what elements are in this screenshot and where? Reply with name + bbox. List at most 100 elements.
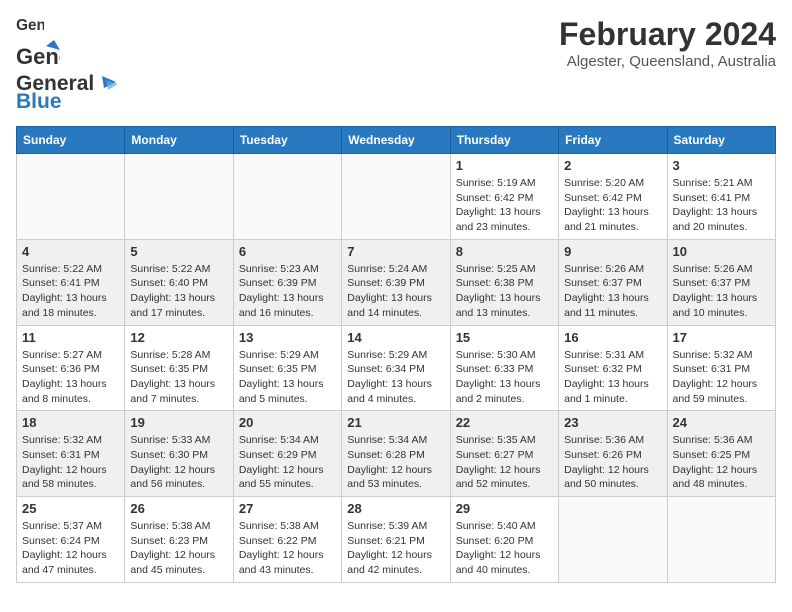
calendar-week-row: 25 Sunrise: 5:37 AMSunset: 6:24 PMDayligh… (17, 497, 776, 583)
calendar-day-cell: 26 Sunrise: 5:38 AMSunset: 6:23 PMDayligh… (125, 497, 233, 583)
day-info: Sunrise: 5:36 AMSunset: 6:25 PMDaylight:… (673, 433, 770, 492)
day-info: Sunrise: 5:32 AMSunset: 6:31 PMDaylight:… (673, 348, 770, 407)
day-number: 4 (22, 244, 119, 259)
logo-bird-icon: General (16, 36, 60, 72)
calendar-day-cell: 27 Sunrise: 5:38 AMSunset: 6:22 PMDayligh… (233, 497, 341, 583)
day-number: 26 (130, 501, 227, 516)
day-info: Sunrise: 5:38 AMSunset: 6:23 PMDaylight:… (130, 519, 227, 578)
day-number: 14 (347, 330, 444, 345)
calendar-day-cell: 18 Sunrise: 5:32 AMSunset: 6:31 PMDayligh… (17, 411, 125, 497)
day-info: Sunrise: 5:40 AMSunset: 6:20 PMDaylight:… (456, 519, 553, 578)
day-info: Sunrise: 5:26 AMSunset: 6:37 PMDaylight:… (564, 262, 661, 321)
calendar-day-cell: 6 Sunrise: 5:23 AMSunset: 6:39 PMDaylight… (233, 239, 341, 325)
calendar-day-cell: 16 Sunrise: 5:31 AMSunset: 6:32 PMDayligh… (559, 325, 667, 411)
day-info: Sunrise: 5:32 AMSunset: 6:31 PMDaylight:… (22, 433, 119, 492)
logo: General General General Blue (16, 16, 118, 114)
logo-blue-text: Blue (16, 90, 118, 114)
calendar-day-cell: 14 Sunrise: 5:29 AMSunset: 6:34 PMDayligh… (342, 325, 450, 411)
calendar-day-cell: 1Sunrise: 5:19 AMSunset: 6:42 PMDaylight… (450, 154, 558, 240)
calendar-day-cell: 24 Sunrise: 5:36 AMSunset: 6:25 PMDayligh… (667, 411, 775, 497)
day-number: 29 (456, 501, 553, 516)
day-info: Sunrise: 5:20 AMSunset: 6:42 PMDaylight:… (564, 176, 661, 235)
calendar-day-cell: 23 Sunrise: 5:36 AMSunset: 6:26 PMDayligh… (559, 411, 667, 497)
day-number: 7 (347, 244, 444, 259)
month-year-title: February 2024 (559, 16, 776, 53)
calendar-day-cell: 13 Sunrise: 5:29 AMSunset: 6:35 PMDayligh… (233, 325, 341, 411)
calendar-week-row: 1Sunrise: 5:19 AMSunset: 6:42 PMDaylight… (17, 154, 776, 240)
calendar-day-cell: 25 Sunrise: 5:37 AMSunset: 6:24 PMDayligh… (17, 497, 125, 583)
day-info: Sunrise: 5:29 AMSunset: 6:35 PMDaylight:… (239, 348, 336, 407)
day-number: 18 (22, 415, 119, 430)
day-number: 8 (456, 244, 553, 259)
day-number: 19 (130, 415, 227, 430)
day-info: Sunrise: 5:22 AMSunset: 6:40 PMDaylight:… (130, 262, 227, 321)
day-number: 9 (564, 244, 661, 259)
calendar-header-row: SundayMondayTuesdayWednesdayThursdayFrid… (17, 127, 776, 154)
title-section: February 2024 Algester, Queensland, Aust… (559, 16, 776, 70)
day-number: 17 (673, 330, 770, 345)
day-number: 10 (673, 244, 770, 259)
day-info: Sunrise: 5:23 AMSunset: 6:39 PMDaylight:… (239, 262, 336, 321)
calendar-day-cell: 20 Sunrise: 5:34 AMSunset: 6:29 PMDayligh… (233, 411, 341, 497)
day-info: Sunrise: 5:29 AMSunset: 6:34 PMDaylight:… (347, 348, 444, 407)
day-number: 12 (130, 330, 227, 345)
calendar-table: SundayMondayTuesdayWednesdayThursdayFrid… (16, 126, 776, 583)
calendar-day-cell: 10 Sunrise: 5:26 AMSunset: 6:37 PMDayligh… (667, 239, 775, 325)
calendar-day-cell (559, 497, 667, 583)
day-number: 16 (564, 330, 661, 345)
weekday-header: Monday (125, 127, 233, 154)
day-info: Sunrise: 5:34 AMSunset: 6:28 PMDaylight:… (347, 433, 444, 492)
calendar-day-cell (125, 154, 233, 240)
weekday-header: Sunday (17, 127, 125, 154)
weekday-header: Friday (559, 127, 667, 154)
day-info: Sunrise: 5:36 AMSunset: 6:26 PMDaylight:… (564, 433, 661, 492)
calendar-day-cell (17, 154, 125, 240)
day-info: Sunrise: 5:28 AMSunset: 6:35 PMDaylight:… (130, 348, 227, 407)
day-number: 22 (456, 415, 553, 430)
calendar-day-cell: 21 Sunrise: 5:34 AMSunset: 6:28 PMDayligh… (342, 411, 450, 497)
day-number: 3 (673, 158, 770, 173)
calendar-day-cell: 9 Sunrise: 5:26 AMSunset: 6:37 PMDaylight… (559, 239, 667, 325)
calendar-week-row: 11Sunrise: 5:27 AMSunset: 6:36 PMDayligh… (17, 325, 776, 411)
calendar-day-cell: 11Sunrise: 5:27 AMSunset: 6:36 PMDayligh… (17, 325, 125, 411)
day-info: Sunrise: 5:39 AMSunset: 6:21 PMDaylight:… (347, 519, 444, 578)
day-number: 25 (22, 501, 119, 516)
day-number: 6 (239, 244, 336, 259)
calendar-day-cell: 4 Sunrise: 5:22 AMSunset: 6:41 PMDaylight… (17, 239, 125, 325)
day-number: 24 (673, 415, 770, 430)
day-number: 28 (347, 501, 444, 516)
day-number: 27 (239, 501, 336, 516)
weekday-header: Tuesday (233, 127, 341, 154)
calendar-day-cell: 17 Sunrise: 5:32 AMSunset: 6:31 PMDayligh… (667, 325, 775, 411)
svg-text:General: General (16, 17, 44, 34)
calendar-day-cell: 8Sunrise: 5:25 AMSunset: 6:38 PMDaylight… (450, 239, 558, 325)
calendar-day-cell: 12 Sunrise: 5:28 AMSunset: 6:35 PMDayligh… (125, 325, 233, 411)
day-info: Sunrise: 5:22 AMSunset: 6:41 PMDaylight:… (22, 262, 119, 321)
day-info: Sunrise: 5:26 AMSunset: 6:37 PMDaylight:… (673, 262, 770, 321)
day-info: Sunrise: 5:38 AMSunset: 6:22 PMDaylight:… (239, 519, 336, 578)
day-number: 15 (456, 330, 553, 345)
day-number: 20 (239, 415, 336, 430)
day-number: 21 (347, 415, 444, 430)
day-number: 2 (564, 158, 661, 173)
day-number: 13 (239, 330, 336, 345)
day-info: Sunrise: 5:27 AMSunset: 6:36 PMDaylight:… (22, 348, 119, 407)
day-number: 23 (564, 415, 661, 430)
day-info: Sunrise: 5:31 AMSunset: 6:32 PMDaylight:… (564, 348, 661, 407)
calendar-day-cell: 15 Sunrise: 5:30 AMSunset: 6:33 PMDayligh… (450, 325, 558, 411)
day-info: Sunrise: 5:37 AMSunset: 6:24 PMDaylight:… (22, 519, 119, 578)
day-number: 5 (130, 244, 227, 259)
calendar-day-cell: 28 Sunrise: 5:39 AMSunset: 6:21 PMDayligh… (342, 497, 450, 583)
calendar-day-cell (667, 497, 775, 583)
weekday-header: Saturday (667, 127, 775, 154)
page-header: General General General Blue February 20… (16, 16, 776, 114)
day-info: Sunrise: 5:30 AMSunset: 6:33 PMDaylight:… (456, 348, 553, 407)
calendar-day-cell: 5 Sunrise: 5:22 AMSunset: 6:40 PMDaylight… (125, 239, 233, 325)
day-info: Sunrise: 5:21 AMSunset: 6:41 PMDaylight:… (673, 176, 770, 235)
calendar-day-cell (342, 154, 450, 240)
calendar-day-cell: 19Sunrise: 5:33 AMSunset: 6:30 PMDayligh… (125, 411, 233, 497)
day-info: Sunrise: 5:34 AMSunset: 6:29 PMDaylight:… (239, 433, 336, 492)
calendar-day-cell: 3 Sunrise: 5:21 AMSunset: 6:41 PMDaylight… (667, 154, 775, 240)
logo-icon: General (16, 16, 44, 34)
day-number: 1 (456, 158, 553, 173)
